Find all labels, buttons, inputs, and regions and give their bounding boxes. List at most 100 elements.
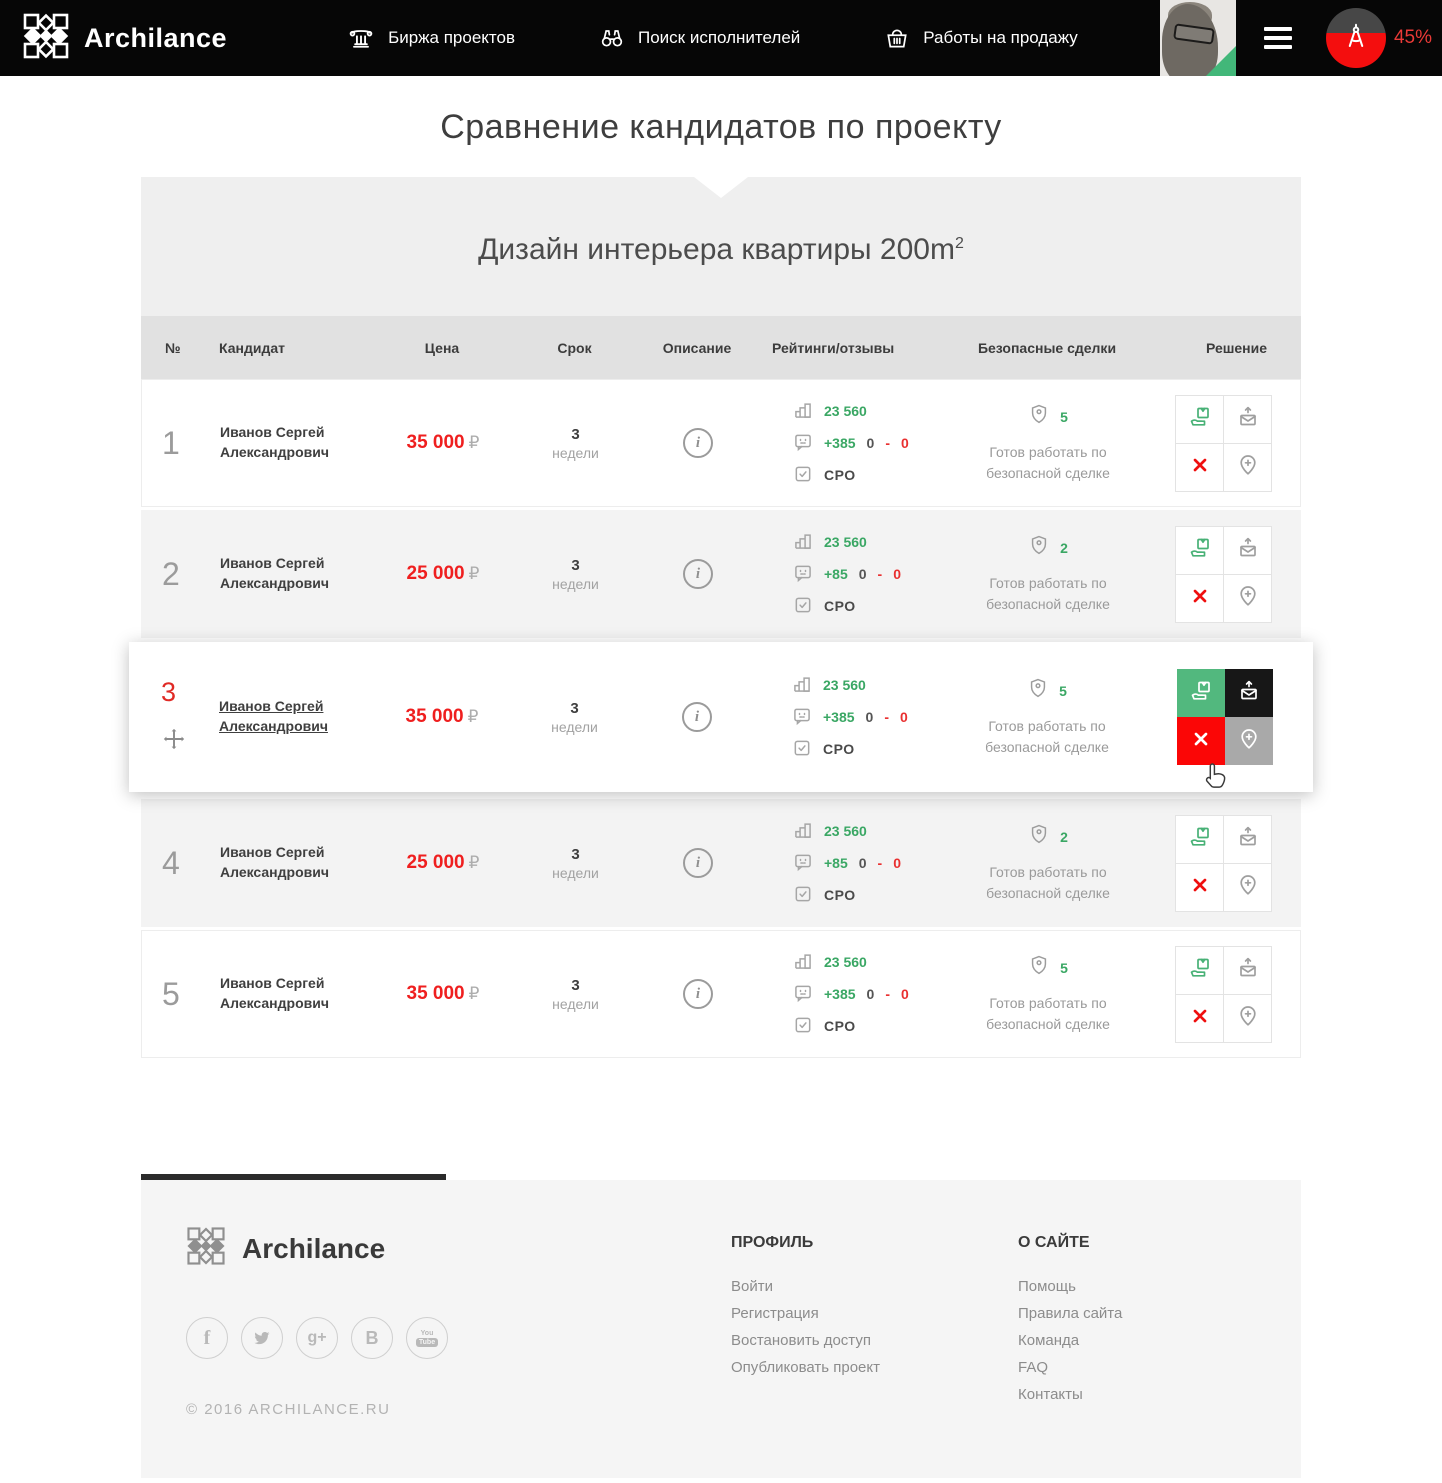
- candidate-name[interactable]: Иванов СергейАлександрович: [198, 423, 368, 462]
- candidate-name[interactable]: Иванов СергейАлександрович: [198, 554, 368, 593]
- reviews-separator: -: [878, 855, 883, 871]
- send-message-button[interactable]: [1225, 669, 1273, 717]
- mail-send-icon: [1237, 679, 1261, 708]
- footer-link-team[interactable]: Команда: [1018, 1332, 1301, 1349]
- candidate-name[interactable]: Иванов СергейАлександрович: [198, 843, 368, 882]
- reviews-separator: -: [878, 566, 883, 582]
- pin-plus-icon: [1236, 1004, 1260, 1033]
- choose-candidate-button[interactable]: [1176, 816, 1223, 863]
- top-navigation-bar: Archilance Биржа проектов Поиск исполнит…: [0, 0, 1442, 76]
- reviews-separator: -: [885, 986, 890, 1002]
- reject-candidate-button[interactable]: [1176, 995, 1223, 1042]
- choose-candidate-button[interactable]: [1177, 669, 1225, 717]
- close-x-icon: [1190, 455, 1210, 480]
- add-location-button[interactable]: [1224, 995, 1271, 1042]
- send-message-button[interactable]: [1224, 816, 1271, 863]
- close-x-icon: [1191, 729, 1211, 754]
- candidate-name[interactable]: Иванов СергейАлександрович: [197, 697, 367, 736]
- column-header-description: Описание: [632, 340, 762, 356]
- bar-chart-icon: [793, 400, 813, 423]
- checkbox-icon: [792, 738, 812, 761]
- reviews-positive: +385: [824, 986, 856, 1002]
- footer-brand[interactable]: Archilance: [186, 1226, 731, 1271]
- speech-bubble-icon: [793, 563, 813, 586]
- add-location-button[interactable]: [1224, 864, 1271, 911]
- add-location-button[interactable]: [1225, 717, 1273, 765]
- certification-label: СРО: [824, 467, 856, 483]
- reviews-positive: +85: [824, 855, 848, 871]
- google-plus-icon[interactable]: g+: [296, 1317, 338, 1359]
- youtube-icon[interactable]: You Tube: [406, 1317, 448, 1359]
- choose-candidate-button[interactable]: [1176, 527, 1223, 574]
- send-message-button[interactable]: [1224, 527, 1271, 574]
- footer-link-restore-access[interactable]: Востановить доступ: [731, 1332, 1018, 1349]
- reviews-neutral: 0: [859, 566, 867, 582]
- footer-brand-block: Archilance f g+ B You Tube © 2016 ARCHIL…: [186, 1226, 731, 1418]
- footer-about-column: О САЙТЕ Помощь Правила сайта Команда FAQ…: [1018, 1226, 1301, 1418]
- nav-label: Работы на продажу: [923, 28, 1078, 48]
- nav-label: Биржа проектов: [388, 28, 515, 48]
- reviews-separator: -: [884, 709, 889, 725]
- brand[interactable]: Archilance: [22, 12, 227, 65]
- price-cell: 35 000₽: [368, 432, 518, 454]
- handshake-deal-icon: [1188, 825, 1212, 854]
- term-unit: недели: [518, 996, 633, 1012]
- facebook-icon[interactable]: f: [186, 1317, 228, 1359]
- nav-item-find-performers[interactable]: Поиск исполнителей: [599, 25, 800, 51]
- safe-deals-text: Готов работать побезопасной сделке: [963, 862, 1133, 903]
- footer-link-site-rules[interactable]: Правила сайта: [1018, 1305, 1301, 1322]
- rating-views-line: 23 560: [792, 674, 962, 697]
- drag-handle-icon[interactable]: [161, 726, 197, 757]
- user-avatar[interactable]: [1160, 0, 1236, 76]
- candidate-row: 2 Иванов СергейАлександрович 25 000₽ 3 н…: [141, 510, 1301, 638]
- mail-send-icon: [1236, 536, 1260, 565]
- menu-icon[interactable]: [1264, 27, 1292, 49]
- choose-candidate-button[interactable]: [1176, 947, 1223, 994]
- reviews-neutral: 0: [867, 986, 875, 1002]
- mail-send-icon: [1236, 405, 1260, 434]
- reviews-line: +385 0 - 0: [793, 983, 963, 1006]
- price-value: 35 000: [407, 983, 465, 1004]
- footer-link-login[interactable]: Войти: [731, 1278, 1018, 1295]
- pin-plus-icon: [1237, 727, 1261, 756]
- vk-icon[interactable]: B: [351, 1317, 393, 1359]
- certification-label: СРО: [824, 887, 856, 903]
- reject-candidate-button[interactable]: [1176, 864, 1223, 911]
- add-location-button[interactable]: [1224, 444, 1271, 491]
- candidate-name[interactable]: Иванов СергейАлександрович: [198, 974, 368, 1013]
- shield-icon: [1028, 534, 1050, 561]
- info-icon[interactable]: i: [682, 702, 712, 732]
- term-cell: 3 недели: [518, 426, 633, 461]
- page-title: Сравнение кандидатов по проекту: [0, 76, 1442, 177]
- info-icon[interactable]: i: [683, 848, 713, 878]
- nav-item-works-for-sale[interactable]: Работы на продажу: [884, 25, 1078, 51]
- send-message-button[interactable]: [1224, 396, 1271, 443]
- basket-icon: [884, 25, 910, 51]
- profile-progress-circle[interactable]: [1326, 8, 1386, 68]
- footer-link-help[interactable]: Помощь: [1018, 1278, 1301, 1295]
- row-number: 1: [162, 425, 198, 462]
- info-icon[interactable]: i: [683, 428, 713, 458]
- twitter-icon[interactable]: [241, 1317, 283, 1359]
- row-number-cell: 1: [142, 425, 198, 462]
- reject-candidate-button[interactable]: [1176, 575, 1223, 622]
- rating-views-line: 23 560: [793, 951, 963, 974]
- term-value: 3: [518, 557, 633, 574]
- add-location-button[interactable]: [1224, 575, 1271, 622]
- footer-link-register[interactable]: Регистрация: [731, 1305, 1018, 1322]
- footer-link-contacts[interactable]: Контакты: [1018, 1386, 1301, 1403]
- candidate-row: 3 Иванов СергейАлександрович 35 000₽ 3 н…: [129, 642, 1313, 792]
- safe-deals-count: 2: [1060, 829, 1068, 845]
- reject-candidate-button[interactable]: [1176, 444, 1223, 491]
- send-message-button[interactable]: [1224, 947, 1271, 994]
- reject-candidate-button[interactable]: [1177, 717, 1225, 765]
- reviews-negative: 0: [893, 855, 901, 871]
- nav-item-projects-exchange[interactable]: Биржа проектов: [347, 24, 515, 52]
- footer-link-faq[interactable]: FAQ: [1018, 1359, 1301, 1376]
- footer-link-publish-project[interactable]: Опубликовать проект: [731, 1359, 1018, 1376]
- info-icon[interactable]: i: [683, 979, 713, 1009]
- binoculars-icon: [599, 25, 625, 51]
- choose-candidate-button[interactable]: [1176, 396, 1223, 443]
- term-unit: недели: [517, 719, 632, 735]
- info-icon[interactable]: i: [683, 559, 713, 589]
